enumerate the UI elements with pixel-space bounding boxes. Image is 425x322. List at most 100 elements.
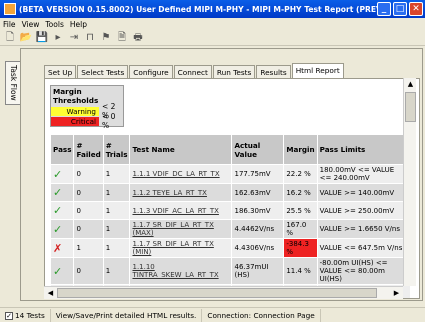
tab-run-tests[interactable]: Run Tests — [212, 65, 256, 78]
minimize-button[interactable]: _ — [377, 2, 391, 16]
tab-setup[interactable]: Set Up — [44, 65, 77, 78]
menu-help[interactable]: Help — [70, 20, 87, 29]
tab-html-report[interactable]: Html Report — [291, 63, 344, 78]
app-icon — [4, 3, 16, 15]
tab-select-tests[interactable]: Select Tests — [77, 65, 129, 78]
vertical-scrollbar[interactable]: ▲ — [403, 78, 416, 286]
margin-value: -384.3 % — [283, 238, 318, 258]
new-file-icon[interactable]: 🗋 — [3, 31, 17, 45]
table-row: ✓ 0 1 1.1.3 VDIF_AC_LA_RT_TX 186.30mV 25.5 % V… — [49, 201, 412, 220]
status-bar: ✓ 14 Tests View/Save/Print detailed HTML … — [0, 307, 425, 322]
window-title: (BETA VERSION 0.15.8002) User Defined MI… — [19, 4, 377, 14]
connection-status: Connection: Connection Page — [202, 308, 321, 322]
trials-count: 1 — [102, 164, 131, 184]
status-message: View/Save/Print detailed HTML results. — [51, 308, 203, 322]
test-name-link[interactable]: 1.1.10 TINTRA_SKEW_LA_RT_TX — [129, 257, 233, 285]
scroll-left-icon[interactable]: ◀ — [44, 287, 57, 300]
tab-connect[interactable]: Connect — [173, 65, 212, 78]
table-header-row: Pass # Failed # Trials Test Name Actual … — [49, 134, 412, 165]
maximize-button[interactable]: □ — [393, 2, 407, 16]
trials-count: 1 — [102, 238, 131, 258]
failed-count: 0 — [73, 201, 104, 220]
margin-value: 11.4 % — [283, 257, 318, 285]
actual-value: 186.30mV — [231, 201, 285, 220]
trials-count: 1 — [102, 219, 131, 239]
flag-icon[interactable]: ⚑ — [99, 31, 113, 45]
test-name-link[interactable]: 1.1.7 SR_DIF_LA_RT_TX (MAX) — [129, 219, 233, 239]
margin-value: 25.5 % — [283, 201, 318, 220]
actual-value: 177.75mV — [231, 164, 285, 184]
check-icon[interactable]: ✓ — [5, 311, 13, 320]
trials-count: 1 — [102, 257, 131, 285]
header-pass-limits: Pass Limits — [316, 134, 412, 165]
test-name-link[interactable]: 1.1.2 TEYE_LA_RT_TX — [129, 183, 233, 202]
close-button[interactable]: ✕ — [409, 2, 423, 16]
pass-status-icon: ✓ — [49, 164, 75, 184]
actual-value: 4.4462V/ns — [231, 219, 285, 239]
toolbar: 🗋 📂 💾 ▸ ⇥ ⊓ ⚑ 🗎 🖶 — [0, 30, 425, 46]
trials-count: 1 — [102, 183, 131, 202]
actual-value: 4.4306V/ns — [231, 238, 285, 258]
failed-count: 0 — [73, 219, 104, 239]
pass-status-icon: ✓ — [49, 219, 75, 239]
preview-icon[interactable]: 🗎 — [115, 31, 129, 45]
table-row: ✓ 0 1 1.1.7 SR_DIF_LA_RT_TX (MAX) 4.4462V/ns… — [49, 219, 412, 239]
failed-count: 0 — [73, 183, 104, 202]
pass-limits: VALUE >= 250.00mV — [316, 201, 412, 220]
pass-limits: VALUE <= 647.5m V/ns — [316, 238, 412, 258]
table-row: ✓ 0 1 1.1.1 VDIF_DC_LA_RT_TX 177.75mV 22.2 % 1… — [49, 164, 412, 184]
tab-configure[interactable]: Configure — [129, 65, 173, 78]
results-table: Pass # Failed # Trials Test Name Actual … — [49, 134, 412, 298]
pass-limits: VALUE >= 1.6650 V/ns — [316, 219, 412, 239]
test-name-link[interactable]: 1.1.3 VDIF_AC_LA_RT_TX — [129, 201, 233, 220]
test-name-link[interactable]: 1.1.7 SR_DIF_LA_RT_TX (MIN) — [129, 238, 233, 258]
header-trials: # Trials — [102, 134, 131, 165]
margin-value: 22.2 % — [283, 164, 318, 184]
menu-bar: File View Tools Help — [0, 18, 425, 30]
pass-status-icon: ✓ — [49, 183, 75, 202]
menu-view[interactable]: View — [22, 20, 40, 29]
header-margin: Margin — [283, 134, 318, 165]
menu-file[interactable]: File — [3, 20, 16, 29]
open-folder-icon[interactable]: 📂 — [19, 31, 33, 45]
pass-status-icon: ✗ — [49, 238, 75, 258]
menu-tools[interactable]: Tools — [45, 20, 63, 29]
run-icon[interactable]: ▸ — [51, 31, 65, 45]
pass-limits: VALUE >= 140.00mV — [316, 183, 412, 202]
margin-thresholds-box: Margin Thresholds Warning < 2 % Critical… — [50, 85, 124, 130]
warning-label: Warning — [51, 106, 99, 116]
save-icon[interactable]: 💾 — [35, 31, 49, 45]
margin-value: 16.2 % — [283, 183, 318, 202]
margin-value: 167.0 % — [283, 219, 318, 239]
stop-icon[interactable]: ⊓ — [83, 31, 97, 45]
trials-count: 1 — [102, 201, 131, 220]
critical-label: Critical — [51, 116, 99, 126]
title-bar: (BETA VERSION 0.15.8002) User Defined MI… — [0, 0, 425, 18]
header-test-name: Test Name — [129, 134, 233, 165]
test-name-link[interactable]: 1.1.1 VDIF_DC_LA_RT_TX — [129, 164, 233, 184]
tests-count: ✓ 14 Tests — [0, 308, 51, 322]
failed-count: 0 — [73, 257, 104, 285]
failed-count: 1 — [73, 238, 104, 258]
pass-limits: 180.00mV <= VALUE <= 240.00mV — [316, 164, 412, 184]
scroll-right-icon[interactable]: ▶ — [390, 287, 403, 300]
header-pass: Pass — [49, 134, 75, 165]
horizontal-scroll-thumb[interactable] — [57, 288, 377, 298]
horizontal-scrollbar[interactable]: ◀ ▶ — [44, 286, 403, 299]
vertical-scroll-thumb[interactable] — [405, 92, 416, 122]
critical-value: < 0 % — [102, 112, 116, 130]
print-icon[interactable]: 🖶 — [131, 31, 145, 45]
failed-count: 0 — [73, 164, 104, 184]
tab-results[interactable]: Results — [256, 65, 291, 78]
tests-count-label: 14 Tests — [15, 310, 45, 320]
pass-status-icon: ✓ — [49, 201, 75, 220]
task-flow-tab[interactable]: Task Flow — [5, 61, 20, 105]
header-failed: # Failed — [73, 134, 104, 165]
actual-value: 46.37mUI (HS) — [231, 257, 285, 285]
step-icon[interactable]: ⇥ — [67, 31, 81, 45]
critical-row: Critical < 0 % — [51, 112, 123, 130]
scroll-up-icon[interactable]: ▲ — [404, 78, 417, 91]
header-actual-value: Actual Value — [231, 134, 285, 165]
table-row: ✗ 1 1 1.1.7 SR_DIF_LA_RT_TX (MIN) 4.4306V/ns… — [49, 238, 412, 258]
pass-limits: -80.00m UI(HS) <= VALUE <= 80.00m UI(HS) — [316, 257, 412, 285]
